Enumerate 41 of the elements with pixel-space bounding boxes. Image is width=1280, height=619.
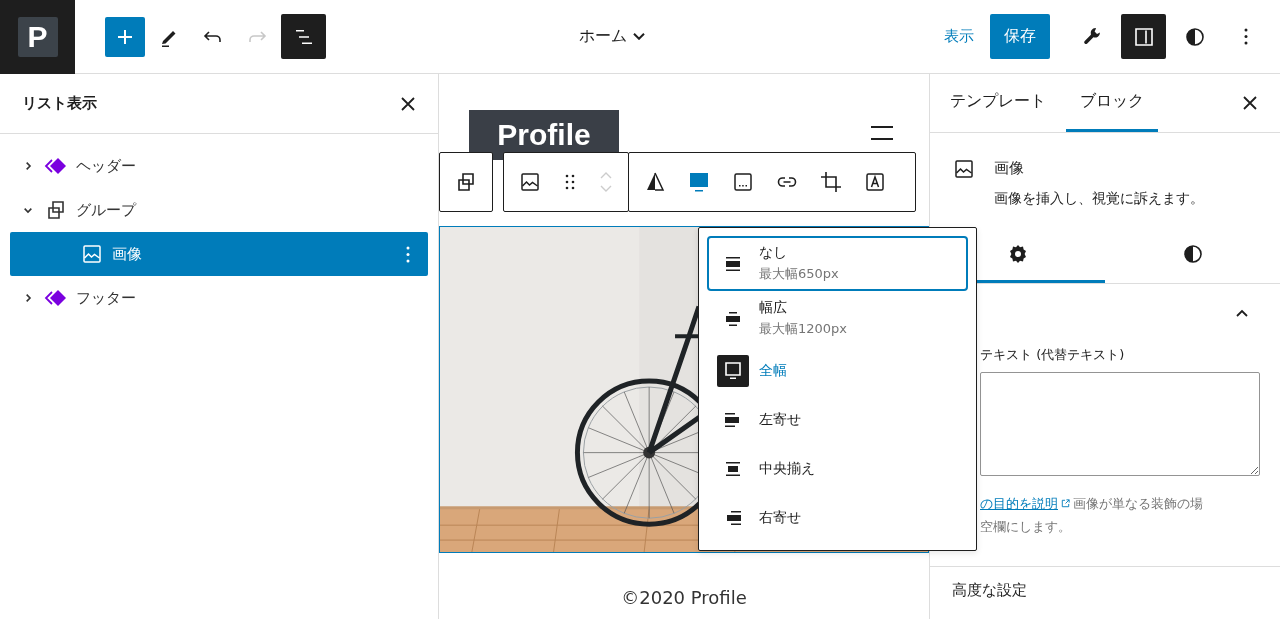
list-view-button[interactable]: [281, 14, 326, 59]
menu-option[interactable]: なし 最大幅650px: [707, 236, 968, 292]
sidebar-tab[interactable]: ブロック: [1066, 74, 1158, 132]
more-icon: [1243, 28, 1248, 45]
sidebar-button[interactable]: [1121, 14, 1166, 59]
menu-option[interactable]: 全幅: [707, 346, 968, 396]
menu-option[interactable]: 幅広 最大幅1200px: [707, 291, 968, 347]
plus-button[interactable]: [105, 16, 145, 57]
list-item[interactable]: グループ: [10, 188, 428, 232]
block-name: 画像: [994, 159, 1025, 178]
menu-icon[interactable]: [871, 126, 893, 140]
list-item[interactable]: 画像: [10, 232, 428, 276]
document-title[interactable]: ホーム: [571, 20, 653, 53]
image-icon: [80, 242, 104, 266]
chevron-down-icon: [633, 33, 645, 40]
more-icon: [406, 245, 410, 263]
menu-option[interactable]: 右寄せ: [707, 493, 968, 542]
sidebar-tab[interactable]: テンプレート: [936, 74, 1060, 132]
footer-text: ©2020 Profile: [620, 587, 748, 608]
field-label: テキスト (代替テキスト): [980, 346, 1126, 364]
site-logo[interactable]: P: [17, 17, 58, 57]
full-width-icon: [687, 170, 711, 194]
text-overlay-icon: [863, 170, 887, 194]
list-item[interactable]: ヘッダー: [10, 144, 428, 188]
caption-icon: [731, 170, 755, 194]
menu-option[interactable]: 中央揃え: [707, 444, 968, 494]
view-link[interactable]: 表示: [938, 26, 980, 47]
image-icon: [518, 170, 542, 194]
image-icon: [952, 157, 976, 181]
help-text: 画像が単なる装飾の場: [1073, 495, 1203, 513]
block-description: 画像を挿入し、視覚に訴えます。: [994, 190, 1204, 208]
external-link-icon: [1060, 498, 1071, 509]
menu-option[interactable]: 左寄せ: [707, 395, 968, 445]
section-title[interactable]: 高度な設定: [930, 566, 1280, 600]
help-text: 空欄にします。: [980, 518, 1072, 536]
list-item[interactable]: フッター: [10, 276, 428, 320]
panel-title: リスト表示: [22, 94, 97, 113]
crop-icon: [819, 170, 843, 194]
alt-text-field[interactable]: [980, 372, 1260, 476]
help-link[interactable]: の目的を説明: [980, 492, 1058, 515]
save-button[interactable]: 保存: [990, 14, 1050, 59]
